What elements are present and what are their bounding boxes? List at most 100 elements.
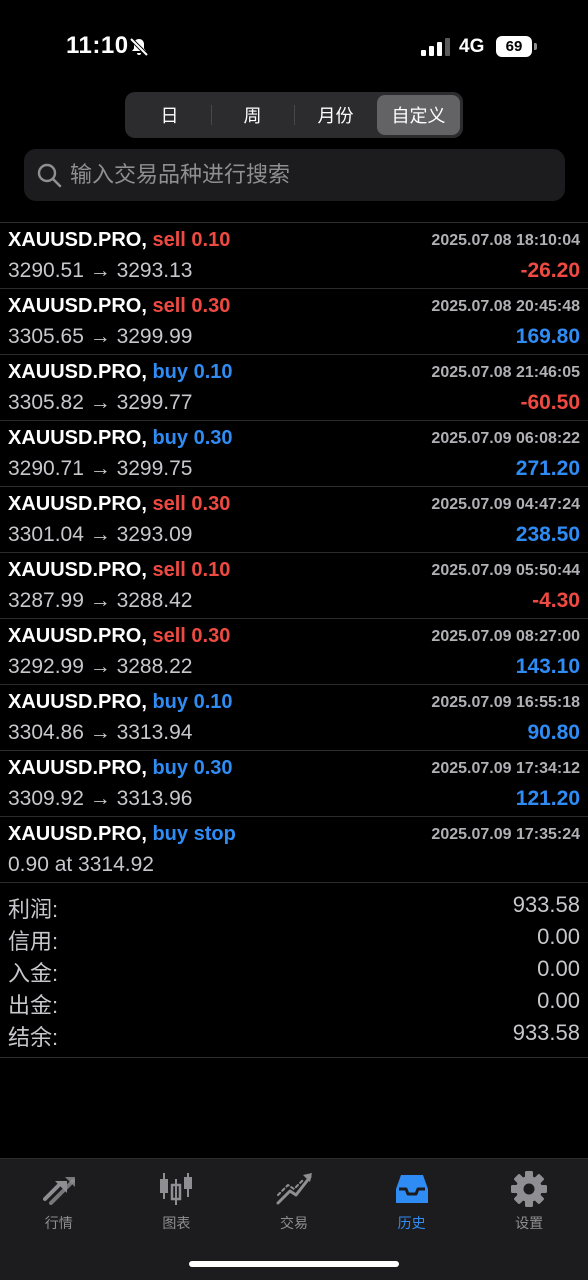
deal-time: 2025.07.08 20:45:48 — [431, 298, 580, 315]
deal-symbol: XAUUSD.PRO, — [8, 427, 147, 449]
deal-time: 2025.07.09 04:47:24 — [431, 496, 580, 513]
deal-side: buy 0.10 — [152, 691, 233, 713]
deal-profit: 271.20 — [515, 457, 580, 480]
deal-row[interactable]: XAUUSD.PRO, buy 0.30 2025.07.09 17:34:12… — [0, 751, 588, 817]
deal-time: 2025.07.09 08:27:00 — [431, 628, 580, 645]
search-icon — [37, 163, 62, 188]
tab-day[interactable]: 日 — [128, 95, 211, 135]
deal-symbol: XAUUSD.PRO, — [8, 229, 147, 251]
summary-value: 0.00 — [537, 956, 580, 981]
tab-custom[interactable]: 自定义 — [377, 95, 460, 135]
deal-row[interactable]: XAUUSD.PRO, buy 0.10 2025.07.09 16:55:18… — [0, 685, 588, 751]
tab-label: 历史 — [397, 1215, 426, 1231]
deal-row[interactable]: XAUUSD.PRO, sell 0.10 2025.07.09 05:50:4… — [0, 553, 588, 619]
deal-time: 2025.07.09 06:08:22 — [431, 430, 580, 447]
summary-value: 0.00 — [537, 988, 580, 1013]
network-type: 4G — [459, 36, 485, 57]
order-volume-price: 0.90 at 3314.92 — [8, 853, 154, 876]
deal-profit: -60.50 — [520, 391, 580, 414]
deal-prices: 3290.51 → 3293.13 — [8, 259, 193, 282]
deal-symbol: XAUUSD.PRO, — [8, 295, 147, 317]
deal-prices: 3309.92 → 3313.96 — [8, 787, 193, 810]
home-indicator[interactable] — [189, 1261, 399, 1267]
deal-time: 2025.07.09 05:50:44 — [431, 562, 580, 579]
deal-prices: 3305.82 → 3299.77 — [8, 391, 193, 414]
gear-icon — [511, 1171, 548, 1207]
summary-profit: 利润: 933.58 — [0, 890, 588, 922]
deal-prices: 3304.86 → 3313.94 — [8, 721, 193, 744]
deal-row[interactable]: XAUUSD.PRO, sell 0.30 2025.07.09 08:27:0… — [0, 619, 588, 685]
deal-prices: 3290.71 → 3299.75 — [8, 457, 193, 480]
deal-symbol: XAUUSD.PRO, — [8, 361, 147, 383]
deal-row[interactable]: XAUUSD.PRO, sell 0.30 2025.07.08 20:45:4… — [0, 289, 588, 355]
deal-profit: 169.80 — [515, 325, 580, 348]
tab-label: 行情 — [44, 1215, 73, 1231]
deal-side: sell 0.30 — [152, 295, 231, 317]
tab-label: 交易 — [279, 1215, 308, 1231]
account-summary: 利润: 933.58 信用: 0.00 入金: 0.00 出金: 0.00 结余… — [0, 890, 588, 1050]
deal-time: 2025.07.09 17:35:24 — [431, 826, 580, 843]
deal-prices: 3305.65 → 3299.99 — [8, 325, 193, 348]
summary-credit: 信用: 0.00 — [0, 922, 588, 954]
status-bar: 11:10 4G 69 — [0, 0, 588, 90]
deal-profit: 143.10 — [515, 655, 580, 678]
trade-trend-icon — [276, 1173, 312, 1205]
summary-value: 933.58 — [512, 1020, 580, 1045]
summary-value: 0.00 — [537, 924, 580, 949]
search-input[interactable] — [70, 162, 550, 188]
cellular-signal-icon — [421, 38, 450, 56]
deal-profit: -4.30 — [532, 589, 580, 612]
tab-month[interactable]: 月份 — [294, 95, 377, 135]
tab-settings[interactable]: 设置 — [470, 1159, 588, 1280]
deal-side: sell 0.30 — [152, 493, 231, 515]
deal-symbol: XAUUSD.PRO, — [8, 757, 147, 779]
tab-quotes[interactable]: 行情 — [0, 1159, 118, 1280]
deal-side: buy 0.10 — [152, 361, 233, 383]
period-segmented-control: 日 周 月份 自定义 — [125, 92, 463, 138]
summary-label: 利润: — [8, 897, 59, 922]
deal-side: sell 0.10 — [152, 559, 231, 581]
deal-side: sell 0.30 — [152, 625, 231, 647]
deal-prices: 3287.99 → 3288.42 — [8, 589, 193, 612]
deal-row[interactable]: XAUUSD.PRO, sell 0.10 2025.07.08 18:10:0… — [0, 223, 588, 289]
deal-side: sell 0.10 — [152, 229, 231, 251]
summary-label: 信用: — [8, 929, 59, 954]
deal-time: 2025.07.09 17:34:12 — [431, 760, 580, 777]
deal-time: 2025.07.08 21:46:05 — [431, 364, 580, 381]
deal-profit: 238.50 — [515, 523, 580, 546]
tab-label: 图表 — [162, 1215, 191, 1231]
deal-profit: -26.20 — [520, 259, 580, 282]
status-time: 11:10 — [66, 32, 129, 59]
summary-label: 出金: — [8, 993, 59, 1018]
bell-muted-icon — [129, 37, 149, 57]
battery-level: 69 — [496, 36, 532, 57]
deal-row[interactable]: XAUUSD.PRO, sell 0.30 2025.07.09 04:47:2… — [0, 487, 588, 553]
deal-symbol: XAUUSD.PRO, — [8, 559, 147, 581]
deals-list: XAUUSD.PRO, sell 0.10 2025.07.08 18:10:0… — [0, 223, 588, 883]
candlestick-chart-icon — [160, 1173, 193, 1205]
summary-balance: 结余: 933.58 — [0, 1018, 588, 1050]
summary-label: 入金: — [8, 961, 59, 986]
deal-symbol: XAUUSD.PRO, — [8, 823, 147, 845]
deal-symbol: XAUUSD.PRO, — [8, 691, 147, 713]
deal-row[interactable]: XAUUSD.PRO, buy 0.10 2025.07.08 21:46:05… — [0, 355, 588, 421]
deal-profit: 121.20 — [515, 787, 580, 810]
deal-row[interactable]: XAUUSD.PRO, buy 0.30 2025.07.09 06:08:22… — [0, 421, 588, 487]
deal-side: buy stop — [152, 823, 236, 845]
deal-profit: 90.80 — [527, 721, 580, 744]
order-row[interactable]: XAUUSD.PRO, buy stop 2025.07.09 17:35:24… — [0, 817, 588, 883]
search-bar — [24, 149, 565, 201]
tab-week[interactable]: 周 — [211, 95, 294, 135]
quotes-arrows-icon — [42, 1177, 75, 1205]
deal-symbol: XAUUSD.PRO, — [8, 493, 147, 515]
summary-label: 结余: — [8, 1025, 59, 1050]
tab-label: 设置 — [515, 1215, 544, 1231]
deal-side: buy 0.30 — [152, 427, 233, 449]
deal-prices: 3292.99 → 3288.22 — [8, 655, 193, 678]
divider — [0, 1057, 588, 1058]
deal-time: 2025.07.08 18:10:04 — [431, 232, 580, 249]
deal-symbol: XAUUSD.PRO, — [8, 625, 147, 647]
summary-withdrawal: 出金: 0.00 — [0, 986, 588, 1018]
deal-side: buy 0.30 — [152, 757, 233, 779]
deal-prices: 3301.04 → 3293.09 — [8, 523, 193, 546]
